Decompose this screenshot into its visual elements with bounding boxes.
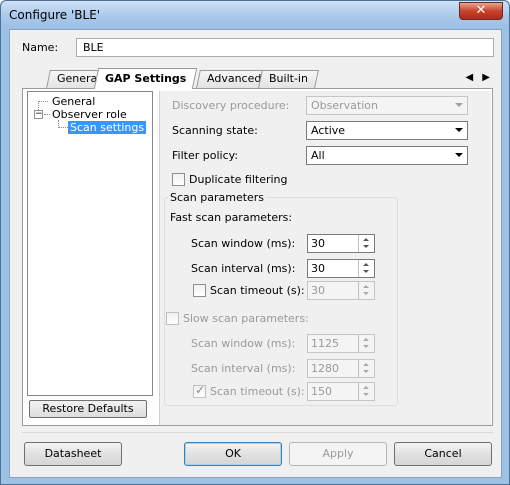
gap-settings-panel: Discovery procedure: Observation Scannin… [159, 91, 491, 425]
spin-up-icon[interactable] [363, 238, 369, 241]
button-separator [22, 432, 493, 433]
fast-scan-timeout-checkbox[interactable] [193, 284, 206, 297]
scan-parameters-title: Scan parameters [168, 191, 267, 204]
name-label: Name: [22, 41, 59, 54]
slow-scan-timeout-input: 150 [307, 382, 375, 401]
tab-gap-settings[interactable]: GAP Settings [93, 68, 198, 89]
fast-scan-timeout-input: 30 [307, 281, 375, 300]
datasheet-button[interactable]: Datasheet [24, 442, 122, 466]
chevron-down-icon [455, 153, 463, 157]
slow-scan-checkbox[interactable] [166, 312, 179, 325]
name-input[interactable]: BLE [76, 38, 494, 57]
spin-up-icon [363, 285, 369, 288]
spin-up-icon[interactable] [363, 263, 369, 266]
close-icon: ✕ [475, 3, 487, 18]
tab-panel: General − Observer role Scan settings Re… [22, 88, 493, 426]
fast-scan-window-input[interactable]: 30 [307, 234, 375, 253]
close-button[interactable]: ✕ [459, 2, 503, 20]
cancel-button[interactable]: Cancel [394, 442, 492, 466]
collapse-icon[interactable]: − [34, 110, 43, 119]
spin-up-icon [363, 386, 369, 389]
chevron-down-icon [455, 128, 463, 132]
tree-item-observer-role[interactable]: Observer role [52, 108, 127, 121]
spin-down-icon[interactable] [363, 270, 369, 273]
spin-up-icon [363, 363, 369, 366]
duplicate-filtering-checkbox[interactable] [172, 173, 185, 186]
restore-defaults-button[interactable]: Restore Defaults [29, 400, 147, 418]
slow-scan-timeout-checkbox [193, 383, 206, 398]
spin-down-icon [363, 292, 369, 295]
fast-scan-interval-input[interactable]: 30 [307, 259, 375, 278]
fast-scan-interval-label: Scan interval (ms): [191, 262, 296, 275]
filter-policy-select[interactable]: All [306, 146, 468, 165]
dialog-client: Name: BLE General Advanced Built-in GAP … [9, 29, 502, 478]
fast-scan-title: Fast scan parameters: [170, 211, 293, 224]
title-bar[interactable]: Configure 'BLE' ✕ [1, 1, 509, 29]
slow-scan-interval-input: 1280 [307, 359, 375, 378]
slow-scan-window-label: Scan window (ms): [191, 337, 296, 350]
fast-scan-window-label: Scan window (ms): [191, 237, 296, 250]
slow-scan-window-input: 1125 [307, 334, 375, 353]
spin-up-icon [363, 338, 369, 341]
tree-item-general[interactable]: General [52, 95, 95, 108]
slow-scan-interval-label: Scan interval (ms): [191, 362, 296, 375]
filter-policy-label: Filter policy: [172, 149, 239, 162]
tab-built-in[interactable]: Built-in [258, 70, 319, 88]
tab-scroll-arrows-icon[interactable]: ◀ ▶ [465, 72, 493, 83]
spin-down-icon [363, 370, 369, 373]
ok-button[interactable]: OK [184, 442, 282, 466]
tab-strip: General Advanced Built-in GAP Settings ◀… [10, 68, 503, 89]
spin-down-icon [363, 393, 369, 396]
scanning-state-select[interactable]: Active [306, 121, 468, 140]
fast-scan-timeout-label: Scan timeout (s): [210, 284, 305, 297]
spin-down-icon[interactable] [363, 245, 369, 248]
apply-button[interactable]: Apply [289, 442, 387, 466]
chevron-down-icon [455, 103, 463, 107]
duplicate-filtering-label: Duplicate filtering [189, 173, 288, 186]
discovery-procedure-select: Observation [306, 96, 468, 115]
slow-scan-title: Slow scan parameters: [183, 312, 309, 325]
tree-item-scan-settings[interactable]: Scan settings [68, 121, 147, 134]
spin-down-icon [363, 345, 369, 348]
settings-tree[interactable]: General − Observer role Scan settings [27, 91, 153, 396]
scanning-state-label: Scanning state: [172, 124, 258, 137]
discovery-procedure-label: Discovery procedure: [172, 99, 290, 112]
slow-scan-timeout-label: Scan timeout (s): [210, 385, 305, 398]
window-title: Configure 'BLE' [9, 8, 101, 22]
configure-dialog: Configure 'BLE' ✕ Name: BLE General Adva… [0, 0, 510, 485]
